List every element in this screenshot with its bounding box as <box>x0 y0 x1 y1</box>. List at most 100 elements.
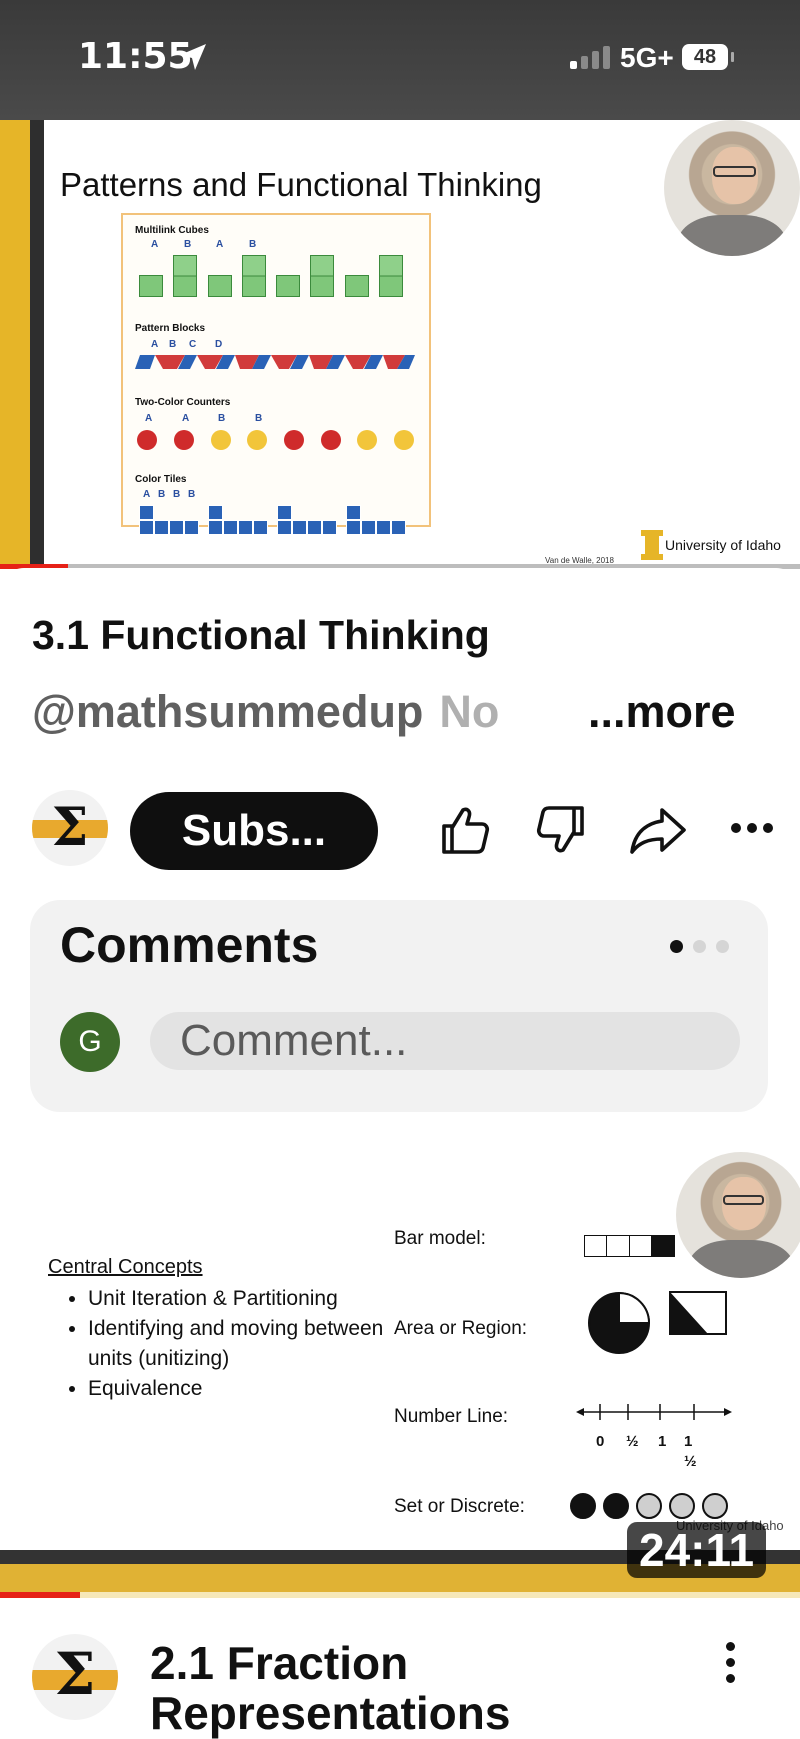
counter-red <box>174 430 194 450</box>
counter-yellow <box>394 430 414 450</box>
tiles-letter: B <box>188 489 196 500</box>
counter-red <box>137 430 157 450</box>
video-options-icon[interactable] <box>720 1642 740 1692</box>
comments-title: Comments <box>60 917 319 973</box>
cube-double <box>379 255 403 297</box>
user-avatar: G <box>60 1012 120 1072</box>
counters-letter: A <box>182 413 190 424</box>
sigma-icon: Σ <box>54 1640 96 1708</box>
meta-truncated-text: No <box>439 686 500 737</box>
concept-item: Unit Iteration & Partitioning <box>88 1284 398 1314</box>
concepts-list: Unit Iteration & Partitioning Identifyin… <box>58 1284 398 1404</box>
status-time: 11:55 <box>78 36 193 77</box>
tiles-letter: B <box>158 489 166 500</box>
channel-handle[interactable]: @mathsummedup <box>32 686 423 737</box>
location-arrow-icon <box>180 44 206 70</box>
university-i-icon <box>641 530 663 560</box>
counters-letter: B <box>255 413 263 424</box>
cubes-letter: A <box>151 239 159 250</box>
watched-progress-bar <box>0 1592 80 1598</box>
bar-model-diagram <box>583 1235 675 1257</box>
set-dot-empty <box>702 1493 728 1519</box>
cubes-heading: Multilink Cubes <box>135 225 209 236</box>
next-video-info[interactable]: Σ 2.1 Fraction Representations <box>0 1630 800 1738</box>
share-icon[interactable] <box>628 802 688 858</box>
pattern-blocks-strip <box>135 355 415 369</box>
status-bar: 11:55 5G+ 48 <box>0 0 800 120</box>
slide-dark-bar <box>30 120 44 568</box>
counters-heading: Two-Color Counters <box>135 397 231 408</box>
counter-yellow <box>247 430 267 450</box>
set-dot-empty <box>669 1493 695 1519</box>
concepts-heading: Central Concepts <box>48 1256 203 1278</box>
counter-yellow <box>211 430 231 450</box>
cube-double <box>310 255 334 297</box>
area-square-diagram <box>669 1291 727 1335</box>
action-row: Σ Subs... <box>0 780 800 880</box>
blocks-letter: A <box>151 339 159 350</box>
number-line-label: Number Line: <box>394 1406 509 1427</box>
cubes-letter: A <box>216 239 224 250</box>
university-logo-text: University of Idaho <box>665 537 781 553</box>
next-video-thumbnail[interactable]: Central Concepts Unit Iteration & Partit… <box>0 1152 800 1598</box>
cubes-letter: B <box>184 239 192 250</box>
set-dot-filled <box>570 1493 596 1519</box>
network-type: 5G+ <box>620 42 674 73</box>
cubes-letter: B <box>249 239 257 250</box>
sigma-icon: Σ <box>51 797 89 858</box>
tiles-heading: Color Tiles <box>135 474 187 485</box>
set-dot-empty <box>636 1493 662 1519</box>
next-video-title[interactable]: 2.1 Fraction Representations <box>150 1638 670 1738</box>
cellular-signal-icon <box>570 46 610 69</box>
dislike-icon[interactable] <box>534 802 590 858</box>
university-logo: University of Idaho <box>641 530 781 560</box>
cube-single <box>139 275 163 297</box>
number-line-tick: 1 <box>684 1433 693 1450</box>
blocks-letter: C <box>189 339 197 350</box>
counter-red <box>284 430 304 450</box>
channel-avatar[interactable]: Σ <box>32 790 108 866</box>
area-circle-diagram <box>588 1291 651 1354</box>
cube-double <box>173 255 197 297</box>
comment-input[interactable] <box>150 1012 740 1070</box>
blocks-letter: B <box>169 339 177 350</box>
video-duration-badge: 24:11 <box>627 1522 767 1578</box>
blocks-letter: D <box>215 339 223 350</box>
counter-red <box>321 430 341 450</box>
area-label: Area or Region: <box>394 1318 528 1339</box>
tiles-letter: B <box>173 489 181 500</box>
comments-panel[interactable]: Comments G <box>30 900 768 1112</box>
number-line-diagram <box>576 1404 732 1420</box>
more-actions-icon[interactable] <box>730 820 774 836</box>
pattern-illustration: Multilink Cubes A B A B Pattern Blocks A… <box>121 213 431 535</box>
video-meta-line[interactable]: @mathsummedup No ...more <box>32 686 736 738</box>
channel-avatar[interactable]: Σ <box>32 1634 118 1720</box>
comments-page-dots <box>670 940 729 953</box>
video-player[interactable]: Patterns and Functional Thinking Multili… <box>0 120 800 568</box>
cube-double <box>242 255 266 297</box>
presenter-webcam <box>664 120 800 256</box>
counters-letter: B <box>218 413 226 424</box>
like-icon[interactable] <box>436 802 492 858</box>
cube-single <box>345 275 369 297</box>
more-button[interactable]: ...more <box>584 686 736 738</box>
subscribe-button[interactable]: Subs... <box>130 792 378 870</box>
thumbnail-light-band <box>0 1592 800 1598</box>
concept-item: Equivalence <box>88 1374 398 1404</box>
number-line-tick: 0 <box>596 1433 605 1450</box>
blocks-heading: Pattern Blocks <box>135 323 206 334</box>
tiles-letter: A <box>143 489 151 500</box>
counters-letter: A <box>145 413 153 424</box>
battery-icon: 48 <box>682 44 734 70</box>
bar-model-label: Bar model: <box>394 1228 486 1249</box>
number-line-tick: ½ <box>684 1453 697 1470</box>
counter-yellow <box>357 430 377 450</box>
presenter-webcam <box>676 1152 800 1278</box>
cube-single <box>276 275 300 297</box>
number-line-tick: 1 <box>658 1433 667 1450</box>
slide-title: Patterns and Functional Thinking <box>60 166 542 203</box>
set-label: Set or Discrete: <box>394 1496 525 1517</box>
slide-gold-bar <box>0 120 30 568</box>
video-title[interactable]: 3.1 Functional Thinking <box>32 612 490 659</box>
set-dot-filled <box>603 1493 629 1519</box>
